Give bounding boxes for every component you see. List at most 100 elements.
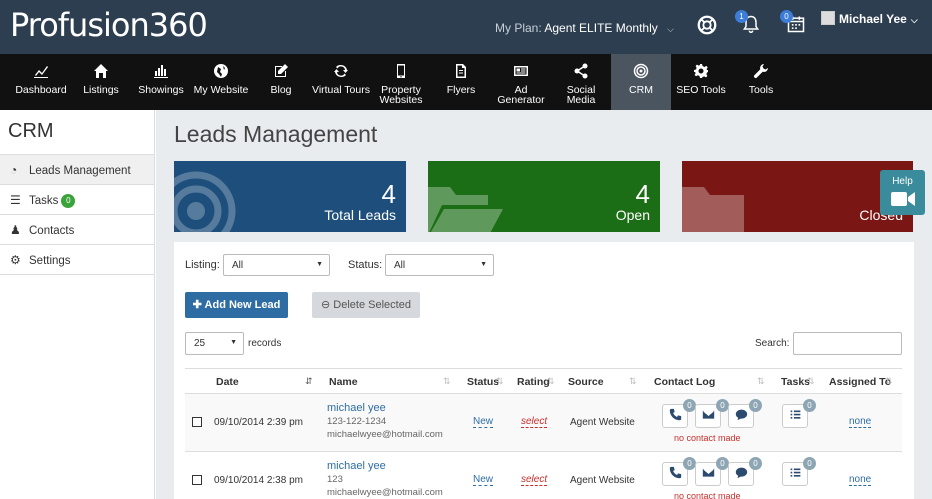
call-log-button[interactable]: 0 bbox=[662, 399, 696, 428]
sidebar-item-settings[interactable]: ⚙ Settings bbox=[0, 245, 154, 275]
main-nav: Dashboard Listings Showings My Website B… bbox=[0, 54, 932, 110]
stat-closed[interactable]: Closed bbox=[682, 161, 913, 232]
stat-value: 4 bbox=[635, 179, 650, 209]
column-header-tasks[interactable]: Tasks bbox=[781, 376, 810, 388]
nav-label: Blog bbox=[270, 84, 292, 96]
nav-property-websites[interactable]: Property Websites bbox=[371, 54, 431, 110]
records-per-page-value: 25 bbox=[194, 338, 206, 349]
column-header-date[interactable]: Date bbox=[216, 376, 239, 388]
nav-flyers[interactable]: Flyers bbox=[431, 54, 491, 110]
lifebuoy-icon[interactable] bbox=[696, 14, 718, 36]
top-bar: Profusion360 My Plan: Agent ELITE Monthl… bbox=[0, 0, 932, 54]
nav-label: Social Media bbox=[566, 84, 596, 106]
nav-label: Ad Generator bbox=[497, 84, 545, 106]
column-header-rating[interactable]: Rating bbox=[517, 376, 550, 388]
row-checkbox[interactable] bbox=[192, 475, 202, 485]
sort-icon[interactable]: ⇅ bbox=[443, 376, 451, 387]
rating-editable[interactable]: select bbox=[521, 474, 548, 486]
nav-dashboard[interactable]: Dashboard bbox=[11, 54, 71, 110]
nav-ad-generator[interactable]: Ad Generator bbox=[491, 54, 551, 110]
status-editable[interactable]: New bbox=[473, 474, 494, 486]
edit-icon bbox=[251, 63, 311, 81]
chat-log-button[interactable]: 0 bbox=[728, 457, 762, 486]
stat-open[interactable]: 4 Open bbox=[428, 161, 660, 232]
sort-icon[interactable]: ⇅ bbox=[807, 376, 815, 387]
sidebar-item-label: Leads Management bbox=[29, 165, 131, 177]
assigned-editable[interactable]: none bbox=[849, 416, 872, 428]
stat-label: Open bbox=[615, 207, 650, 223]
nav-blog[interactable]: Blog bbox=[251, 54, 311, 110]
folder-open-icon bbox=[428, 187, 503, 232]
lead-name-link[interactable]: michael yee bbox=[327, 460, 443, 473]
search-input[interactable] bbox=[793, 332, 902, 355]
nav-virtual-tours[interactable]: Virtual Tours bbox=[311, 54, 371, 110]
refresh-icon bbox=[311, 63, 371, 81]
logo[interactable]: Profusion360 bbox=[10, 6, 208, 44]
sidebar-item-contacts[interactable]: ♟ Contacts bbox=[0, 215, 154, 245]
tasks-button[interactable]: 0 bbox=[782, 457, 816, 486]
calendar-icon[interactable]: 0 bbox=[780, 10, 808, 36]
globe-icon bbox=[191, 63, 251, 81]
delete-selected-button[interactable]: ⊖ Delete Selected bbox=[312, 292, 420, 318]
tasks-button[interactable]: 0 bbox=[782, 399, 816, 428]
nav-crm[interactable]: CRM bbox=[611, 54, 671, 110]
nav-seo-tools[interactable]: SEO Tools bbox=[671, 54, 731, 110]
chat-log-button[interactable]: 0 bbox=[728, 399, 762, 428]
add-new-lead-button[interactable]: ✚ Add New Lead bbox=[185, 292, 288, 318]
nav-showings[interactable]: Showings bbox=[131, 54, 191, 110]
leads-panel: Listing: All ▼ Status: All ▼ ✚ Add New Lea… bbox=[174, 242, 914, 499]
nav-label: Virtual Tours bbox=[312, 84, 370, 96]
column-header-name[interactable]: Name bbox=[329, 376, 358, 388]
mobile-icon bbox=[371, 63, 431, 81]
status-filter-select[interactable]: All ▼ bbox=[385, 254, 494, 276]
nav-social-media[interactable]: Social Media bbox=[551, 54, 611, 110]
rating-editable[interactable]: select bbox=[521, 416, 548, 428]
sort-desc-icon[interactable]: ⇵ bbox=[305, 376, 313, 387]
nav-label: Dashboard bbox=[15, 84, 67, 96]
nav-listings[interactable]: Listings bbox=[71, 54, 131, 110]
column-header-source[interactable]: Source bbox=[568, 376, 604, 388]
lead-email: michaelwyee@hotmail.com bbox=[327, 429, 443, 440]
call-log-button[interactable]: 0 bbox=[662, 457, 696, 486]
help-button[interactable]: Help bbox=[880, 170, 925, 215]
notifications-bell-icon[interactable]: 1 bbox=[735, 10, 763, 36]
task-count-badge: 0 bbox=[803, 457, 816, 470]
contact-status-note: no contact made bbox=[674, 491, 741, 499]
lead-name-link[interactable]: michael yee bbox=[327, 402, 443, 415]
stat-total-leads[interactable]: 4 Total Leads bbox=[174, 161, 406, 232]
row-date: 09/10/2014 2:39 pm bbox=[214, 417, 303, 428]
email-log-button[interactable]: 0 bbox=[695, 399, 729, 428]
caret-down-icon: ▼ bbox=[230, 339, 237, 346]
sort-icon[interactable]: ⇅ bbox=[757, 376, 765, 387]
sidebar-item-leads-management[interactable]: ◔ Leads Management bbox=[0, 155, 154, 185]
listing-filter-select[interactable]: All ▼ bbox=[223, 254, 330, 276]
row-checkbox[interactable] bbox=[192, 417, 202, 427]
column-header-status[interactable]: Status bbox=[467, 376, 499, 388]
plan-selector[interactable]: My Plan: Agent ELITE Monthly ⌵ bbox=[495, 21, 674, 35]
sidebar-item-tasks[interactable]: ☰ Tasks 0 bbox=[0, 185, 154, 215]
column-header-contact-log[interactable]: Contact Log bbox=[654, 376, 715, 388]
status-filter-value: All bbox=[394, 260, 406, 271]
nav-label: Tools bbox=[748, 84, 774, 96]
users-icon: ♟ bbox=[10, 223, 21, 237]
nav-my-website[interactable]: My Website bbox=[191, 54, 251, 110]
email-log-button[interactable]: 0 bbox=[695, 457, 729, 486]
listing-filter-label: Listing: bbox=[185, 259, 220, 271]
sort-icon[interactable]: ⇅ bbox=[885, 376, 893, 387]
user-menu[interactable]: Michael Yee ⌵ bbox=[821, 11, 918, 26]
chat-count-badge: 0 bbox=[749, 399, 762, 412]
main-content: Leads Management 4 Total Leads 4 Open Cl… bbox=[156, 110, 932, 499]
row-source: Agent Website bbox=[570, 475, 635, 486]
assigned-editable[interactable]: none bbox=[849, 474, 872, 486]
nav-tools[interactable]: Tools bbox=[731, 54, 791, 110]
chat-bubble-icon bbox=[735, 409, 747, 421]
sort-icon[interactable]: ⇅ bbox=[547, 376, 555, 387]
sort-icon[interactable]: ⇅ bbox=[629, 376, 637, 387]
sidebar-item-label: Contacts bbox=[29, 225, 75, 237]
sort-icon[interactable]: ⇅ bbox=[496, 376, 504, 387]
column-header-assigned-to[interactable]: Assigned To bbox=[829, 376, 891, 388]
leads-table: Date ⇵ Name ⇅ Status ⇅ Rating ⇅ Source ⇅… bbox=[185, 368, 902, 499]
records-per-page-select[interactable]: 25 ▼ bbox=[185, 332, 244, 355]
status-editable[interactable]: New bbox=[473, 416, 494, 428]
nav-label: Property Websites bbox=[379, 84, 423, 106]
